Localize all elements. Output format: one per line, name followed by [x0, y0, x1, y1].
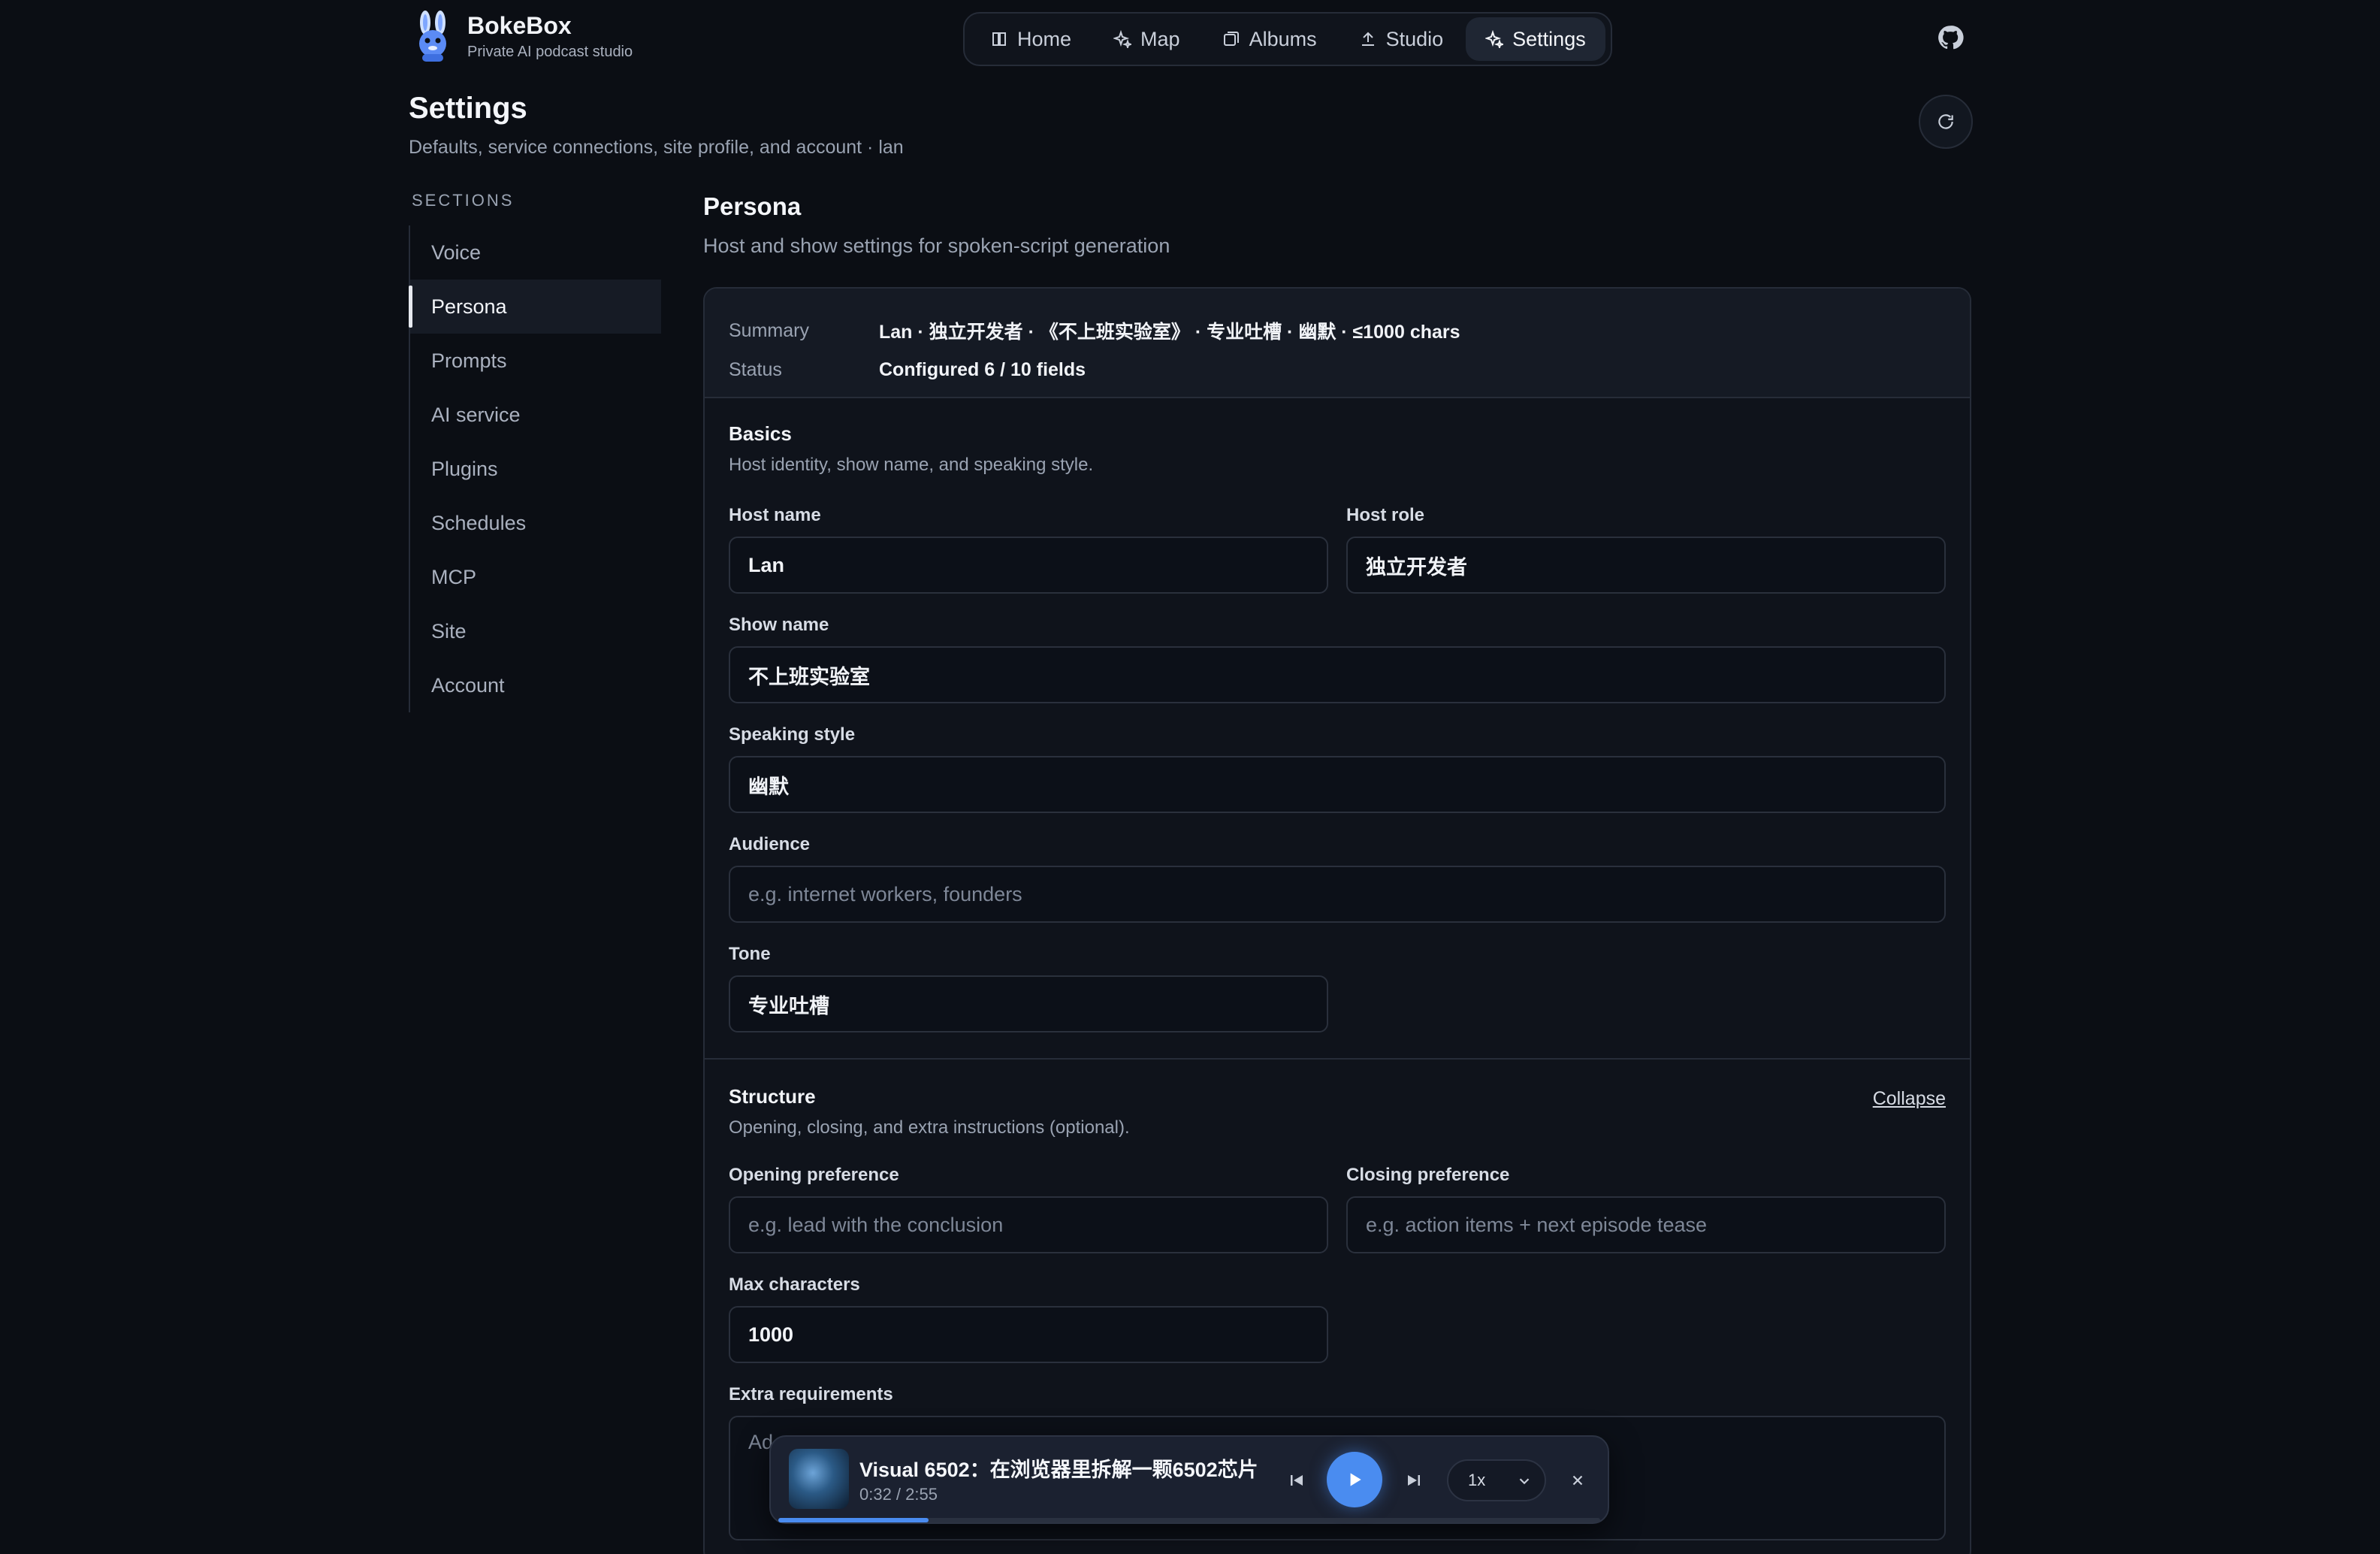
- host-name-input[interactable]: Lan: [729, 537, 1328, 594]
- sidebar-item-label: Prompts: [431, 349, 507, 372]
- sidebar-item-label: Account: [431, 673, 505, 697]
- speaking-style-input[interactable]: 幽默: [729, 756, 1946, 813]
- sidebar-item-label: Schedules: [431, 511, 527, 534]
- status-label: Status: [729, 358, 782, 380]
- progress-track[interactable]: [778, 1518, 1600, 1522]
- max-chars-input[interactable]: 1000: [729, 1306, 1328, 1363]
- host-role-label: Host role: [1346, 505, 1425, 525]
- upload-icon: [1361, 32, 1374, 46]
- sidebar-item-label: Voice: [431, 240, 482, 264]
- sidebar-item-mcp[interactable]: MCP: [410, 550, 661, 604]
- speaking-style-label: Speaking style: [729, 724, 856, 745]
- bunny-logo-icon: [419, 11, 446, 62]
- refresh-icon: [1938, 114, 1953, 129]
- show-name-input[interactable]: 不上班实验室: [729, 646, 1946, 703]
- sidebar-item-label: MCP: [431, 565, 476, 588]
- episode-artwork[interactable]: [789, 1449, 849, 1509]
- sparkles-icon: [1113, 30, 1132, 48]
- nav-label: Albums: [1249, 27, 1317, 50]
- sidebar: Voice Persona Prompts AI service Plugins…: [409, 225, 661, 712]
- sidebar-item-schedules[interactable]: Schedules: [410, 496, 661, 550]
- nav-map[interactable]: Map: [1094, 17, 1200, 61]
- playback-speed-value: 1x: [1468, 1471, 1486, 1489]
- nav-albums[interactable]: Albums: [1203, 17, 1336, 61]
- previous-button[interactable]: [1282, 1465, 1312, 1495]
- sidebar-item-account[interactable]: Account: [410, 658, 661, 712]
- opening-label: Opening preference: [729, 1165, 899, 1185]
- chevron-down-icon: [1519, 1478, 1530, 1485]
- nav-label: Map: [1140, 27, 1180, 50]
- audience-label: Audience: [729, 834, 811, 854]
- host-role-input[interactable]: 独立开发者: [1346, 537, 1946, 594]
- host-name-label: Host name: [729, 505, 821, 525]
- mini-player: Visual 6502：在浏览器里拆解一颗6502芯片 0:32 / 2:55 …: [769, 1435, 1609, 1524]
- max-chars-label: Max characters: [729, 1274, 860, 1295]
- github-icon[interactable]: [1937, 24, 1964, 51]
- play-icon: [1350, 1473, 1361, 1486]
- summary-value: Lan · 独立开发者 · 《不上班实验室》 · 专业吐槽 · 幽默 · ≤10…: [879, 322, 1460, 343]
- sidebar-item-label: Plugins: [431, 457, 498, 480]
- sidebar-item-label: Site: [431, 619, 467, 642]
- page-subtitle: Defaults, service connections, site prof…: [409, 137, 904, 158]
- settings-page: BokeBox Private AI podcast studio Home M…: [0, 0, 2380, 1554]
- episode-title: Visual 6502：在浏览器里拆解一颗6502芯片: [859, 1459, 1258, 1481]
- top-nav: Home Map Albums Studio Settings: [963, 12, 1612, 66]
- nav-home[interactable]: Home: [971, 17, 1091, 61]
- collapse-link[interactable]: Collapse: [1873, 1088, 1946, 1110]
- closing-input[interactable]: e.g. action items + next episode tease: [1346, 1196, 1946, 1253]
- summary-panel: Summary Lan · 独立开发者 · 《不上班实验室》 · 专业吐槽 · …: [705, 289, 1970, 398]
- brand[interactable]: BokeBox Private AI podcast studio: [412, 11, 633, 63]
- structure-group: Structure Opening, closing, and extra in…: [729, 1085, 1946, 1138]
- group-divider: [705, 1058, 1970, 1060]
- nav-label: Home: [1017, 27, 1072, 50]
- sparkle-icon: [1485, 30, 1504, 48]
- sidebar-item-label: AI service: [431, 403, 521, 426]
- sidebar-item-voice[interactable]: Voice: [410, 225, 661, 280]
- close-player-button[interactable]: [1563, 1465, 1593, 1495]
- nav-studio[interactable]: Studio: [1340, 17, 1463, 61]
- structure-title: Structure: [729, 1085, 816, 1108]
- sidebar-item-ai-service[interactable]: AI service: [410, 388, 661, 442]
- refresh-button[interactable]: [1919, 95, 1973, 149]
- nav-label: Settings: [1512, 27, 1586, 50]
- show-name-label: Show name: [729, 615, 829, 635]
- summary-label: Summary: [729, 319, 809, 341]
- status-value: Configured 6 / 10 fields: [879, 358, 1086, 380]
- sidebar-item-site[interactable]: Site: [410, 604, 661, 658]
- structure-desc: Opening, closing, and extra instructions…: [729, 1117, 1130, 1138]
- basics-group: Basics Host identity, show name, and spe…: [705, 398, 1970, 476]
- sidebar-item-plugins[interactable]: Plugins: [410, 442, 661, 496]
- section-title: Persona: [703, 192, 802, 220]
- tone-label: Tone: [729, 944, 771, 964]
- playback-speed-select[interactable]: 1x: [1447, 1459, 1546, 1501]
- sidebar-item-prompts[interactable]: Prompts: [410, 334, 661, 388]
- brand-tagline: Private AI podcast studio: [467, 44, 633, 61]
- play-button[interactable]: [1327, 1452, 1382, 1507]
- book-icon: [992, 32, 1006, 46]
- sections-heading: SECTIONS: [412, 191, 515, 210]
- progress-fill: [778, 1518, 929, 1522]
- close-icon: [1572, 1475, 1583, 1486]
- basics-title: Basics: [729, 422, 792, 445]
- sidebar-item-label: Persona: [431, 295, 507, 318]
- page-title: Settings: [409, 92, 527, 125]
- episode-time: 0:32 / 2:55: [859, 1485, 938, 1504]
- section-subtitle: Host and show settings for spoken-script…: [703, 234, 1170, 257]
- nav-settings[interactable]: Settings: [1466, 17, 1605, 61]
- albums-icon: [1223, 32, 1239, 46]
- sidebar-item-persona[interactable]: Persona: [409, 280, 661, 334]
- tone-input[interactable]: 专业吐槽: [729, 975, 1328, 1032]
- opening-input[interactable]: e.g. lead with the conclusion: [729, 1196, 1328, 1253]
- audience-input[interactable]: e.g. internet workers, founders: [729, 866, 1946, 923]
- brand-name: BokeBox: [467, 11, 572, 39]
- closing-label: Closing preference: [1346, 1165, 1510, 1185]
- skip-forward-icon: [1408, 1475, 1420, 1486]
- nav-label: Studio: [1385, 27, 1444, 50]
- persona-card: Summary Lan · 独立开发者 · 《不上班实验室》 · 专业吐槽 · …: [703, 287, 1971, 1554]
- basics-desc: Host identity, show name, and speaking s…: [729, 455, 1094, 475]
- extra-label: Extra requirements: [729, 1384, 893, 1404]
- skip-back-icon: [1291, 1475, 1303, 1486]
- next-button[interactable]: [1399, 1465, 1429, 1495]
